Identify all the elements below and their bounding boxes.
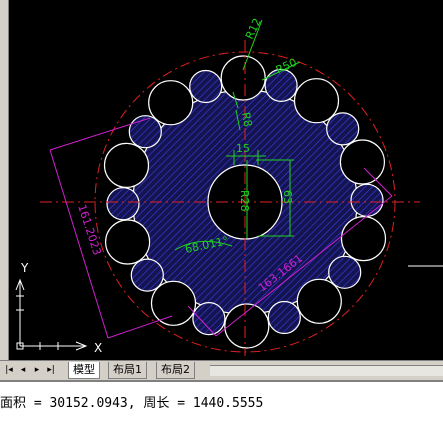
gear-notch	[103, 142, 150, 188]
layout-tab-bar: |◂ ◂ ▸ ▸| 模型 布局1 布局2	[0, 360, 443, 379]
tab-horizontal-scrollbar[interactable]	[210, 365, 443, 376]
tab-model[interactable]: 模型	[68, 362, 100, 379]
gear-lobe	[130, 258, 164, 292]
dim-15-label: 15	[236, 142, 250, 155]
tab-layout2[interactable]: 布局2	[156, 362, 195, 379]
dim-r8-label: R8	[239, 111, 254, 128]
command-line-output: 面积 = 30152.0943, 周长 = 1440.5555	[0, 396, 264, 411]
gear-notch	[293, 78, 340, 124]
ucs-x-label: X	[94, 341, 102, 355]
gear-lobe	[106, 187, 140, 221]
gear-lobe	[189, 69, 223, 104]
ucs-icon	[15, 278, 88, 351]
tab-nav-prev-button[interactable]: ◂	[18, 364, 28, 376]
gear-notch	[296, 278, 342, 324]
gear-notch	[224, 303, 270, 349]
gear-lobe	[267, 300, 301, 335]
gear-lobe	[192, 302, 226, 336]
gear-notch	[340, 216, 387, 262]
drawing-viewport[interactable]: R12 R50 R8 15 R28 63 68.011° 161.2023 16…	[0, 0, 443, 360]
gear-lobe	[328, 255, 362, 289]
ucs-y-label: Y	[20, 261, 29, 275]
viewport-left-border	[0, 0, 9, 360]
gear-lobe	[350, 183, 384, 217]
gear-notch	[339, 139, 385, 185]
tab-nav-next-button[interactable]: ▸	[32, 364, 42, 376]
gear-notch	[220, 55, 266, 101]
tab-layout1[interactable]: 布局1	[108, 362, 147, 379]
dim-r28-label: R28	[238, 190, 251, 212]
gear-notch	[104, 219, 151, 265]
gear-notch	[150, 280, 197, 326]
tab-nav-last-button[interactable]: ▸|	[46, 364, 56, 376]
tab-nav-first-button[interactable]: |◂	[4, 364, 14, 376]
dim-r12-label: R12	[243, 16, 264, 41]
gear-lobe	[326, 112, 360, 146]
gear-notch	[148, 80, 194, 126]
dim-length-left-label: 161.2023	[75, 203, 104, 257]
drawing-canvas[interactable]: R12 R50 R8 15 R28 63 68.011° 161.2023 16…	[0, 0, 443, 360]
command-line-area[interactable]: 面积 = 30152.0943, 周长 = 1440.5555	[0, 380, 443, 421]
dim-63-label: 63	[281, 190, 294, 204]
gear-lobe	[128, 115, 162, 149]
